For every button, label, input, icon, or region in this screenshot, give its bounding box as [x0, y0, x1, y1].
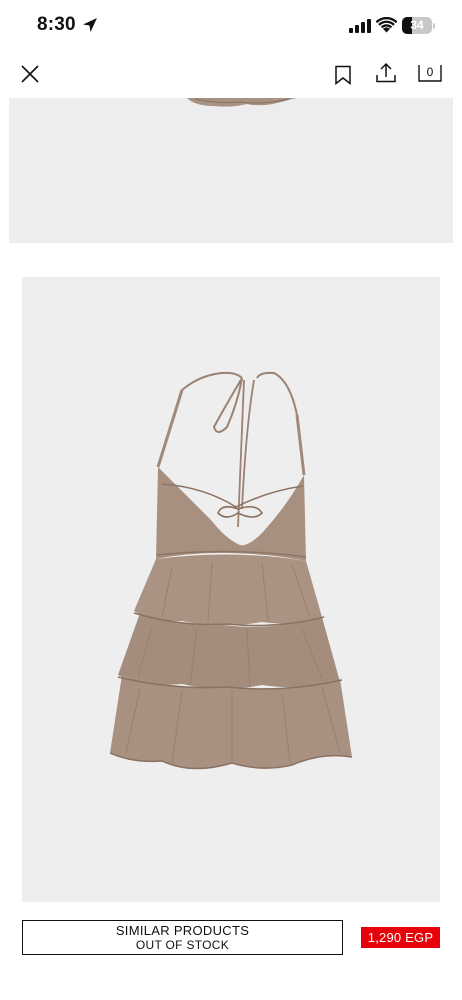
similar-products-button[interactable]: SIMILAR PRODUCTS OUT OF STOCK — [22, 920, 343, 955]
battery-percent: 34 — [410, 18, 424, 32]
location-arrow-icon — [83, 18, 97, 32]
price-badge: 1,290 EGP — [361, 927, 440, 948]
signal-icon — [349, 19, 371, 33]
status-bar: 8:30 34 — [0, 0, 462, 52]
shopping-bag-button[interactable]: 0 — [418, 64, 442, 82]
out-of-stock-label: OUT OF STOCK — [135, 938, 230, 952]
wifi-icon — [376, 17, 397, 33]
similar-products-label: SIMILAR PRODUCTS — [115, 923, 250, 938]
battery-cap — [433, 23, 435, 29]
battery-icon: 34 — [402, 17, 432, 34]
close-icon[interactable] — [20, 64, 40, 84]
bag-count: 0 — [426, 65, 434, 79]
dress-image-main[interactable] — [22, 277, 440, 902]
bookmark-icon[interactable] — [334, 65, 352, 85]
share-icon[interactable] — [375, 62, 397, 84]
dress-image-previous[interactable] — [9, 98, 453, 243]
top-bar: 0 — [0, 52, 462, 98]
status-time: 8:30 — [37, 14, 76, 35]
